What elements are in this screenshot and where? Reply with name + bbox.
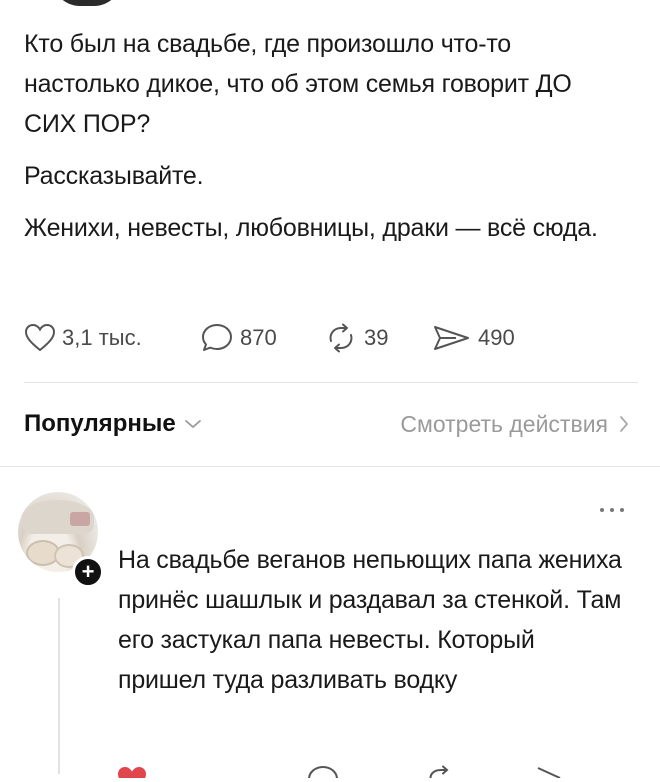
chevron-right-icon: [620, 416, 628, 432]
sort-dropdown[interactable]: Популярные: [24, 410, 202, 438]
share-count: 490: [478, 325, 515, 350]
chevron-down-icon: [184, 420, 201, 428]
comments-sort-bar: Популярные Смотреть действия: [24, 404, 630, 444]
divider: [0, 466, 660, 467]
avatar-image-part: [70, 512, 90, 526]
post-paragraph: Рассказывайте.: [24, 162, 204, 190]
share-button[interactable]: 490: [432, 323, 515, 353]
like-button[interactable]: 3,1 тыс.: [24, 323, 200, 353]
comment-button[interactable]: 870: [200, 322, 324, 354]
repost-arrows-icon: [329, 323, 353, 353]
comment-count: 870: [240, 325, 277, 350]
comment-text: На свадьбе веганов непьющих папа жениха …: [118, 546, 622, 694]
heart-icon: [24, 323, 56, 352]
divider: [24, 382, 638, 383]
dot: [600, 508, 604, 512]
thread-line: [58, 598, 60, 774]
follow-button[interactable]: +: [72, 556, 104, 588]
like-count: 3,1 тыс.: [62, 325, 142, 350]
repost-arrows-icon[interactable]: [424, 762, 458, 778]
view-activity-label: Смотреть действия: [400, 410, 608, 437]
post-paragraph: Женихи, невесты, любовницы, драки — всё …: [24, 214, 598, 242]
repost-button[interactable]: 39: [324, 322, 432, 354]
dot: [610, 508, 614, 512]
speech-bubble-icon: [202, 324, 232, 351]
more-dots-icon[interactable]: [594, 500, 630, 520]
heart-icon[interactable]: [116, 762, 148, 778]
speech-bubble-icon[interactable]: [306, 762, 340, 778]
comment-actions-bar: [0, 762, 660, 782]
post-paragraph: Кто был на свадьбе, где произошло что-то…: [24, 30, 572, 138]
repost-count: 39: [364, 325, 389, 350]
post-body: Кто был на свадьбе, где произошло что-то…: [24, 24, 624, 260]
post-actions-bar: 3,1 тыс. 870 39 490: [24, 318, 624, 358]
view-activity-link[interactable]: Смотреть действия: [400, 411, 630, 438]
send-arrow-icon: [434, 326, 469, 350]
dot: [620, 508, 624, 512]
send-arrow-icon[interactable]: [530, 762, 570, 778]
sort-label: Популярные: [24, 410, 176, 437]
author-avatar[interactable]: [52, 0, 122, 6]
